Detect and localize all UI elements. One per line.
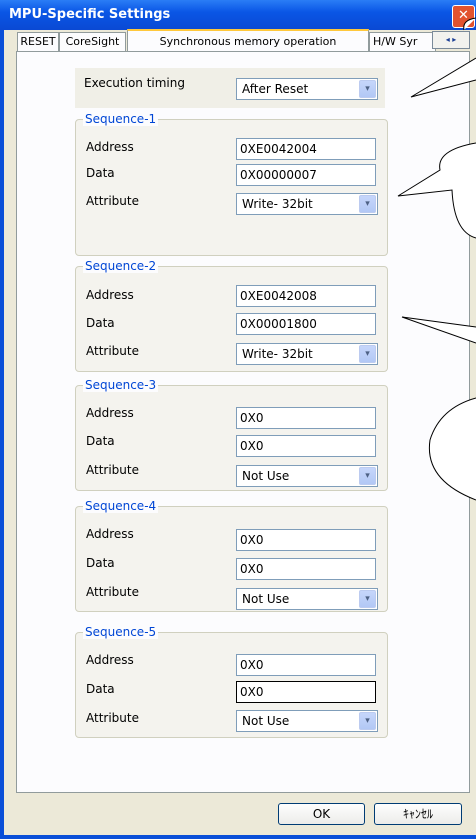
callout-pointer-3	[401, 316, 476, 344]
callout-bubble-top	[463, 17, 476, 31]
callout-bubble-4	[428, 397, 476, 501]
callout-annotations	[397, 17, 476, 501]
callout-pointer-1	[410, 57, 476, 98]
callout-bubble-2	[397, 142, 476, 239]
